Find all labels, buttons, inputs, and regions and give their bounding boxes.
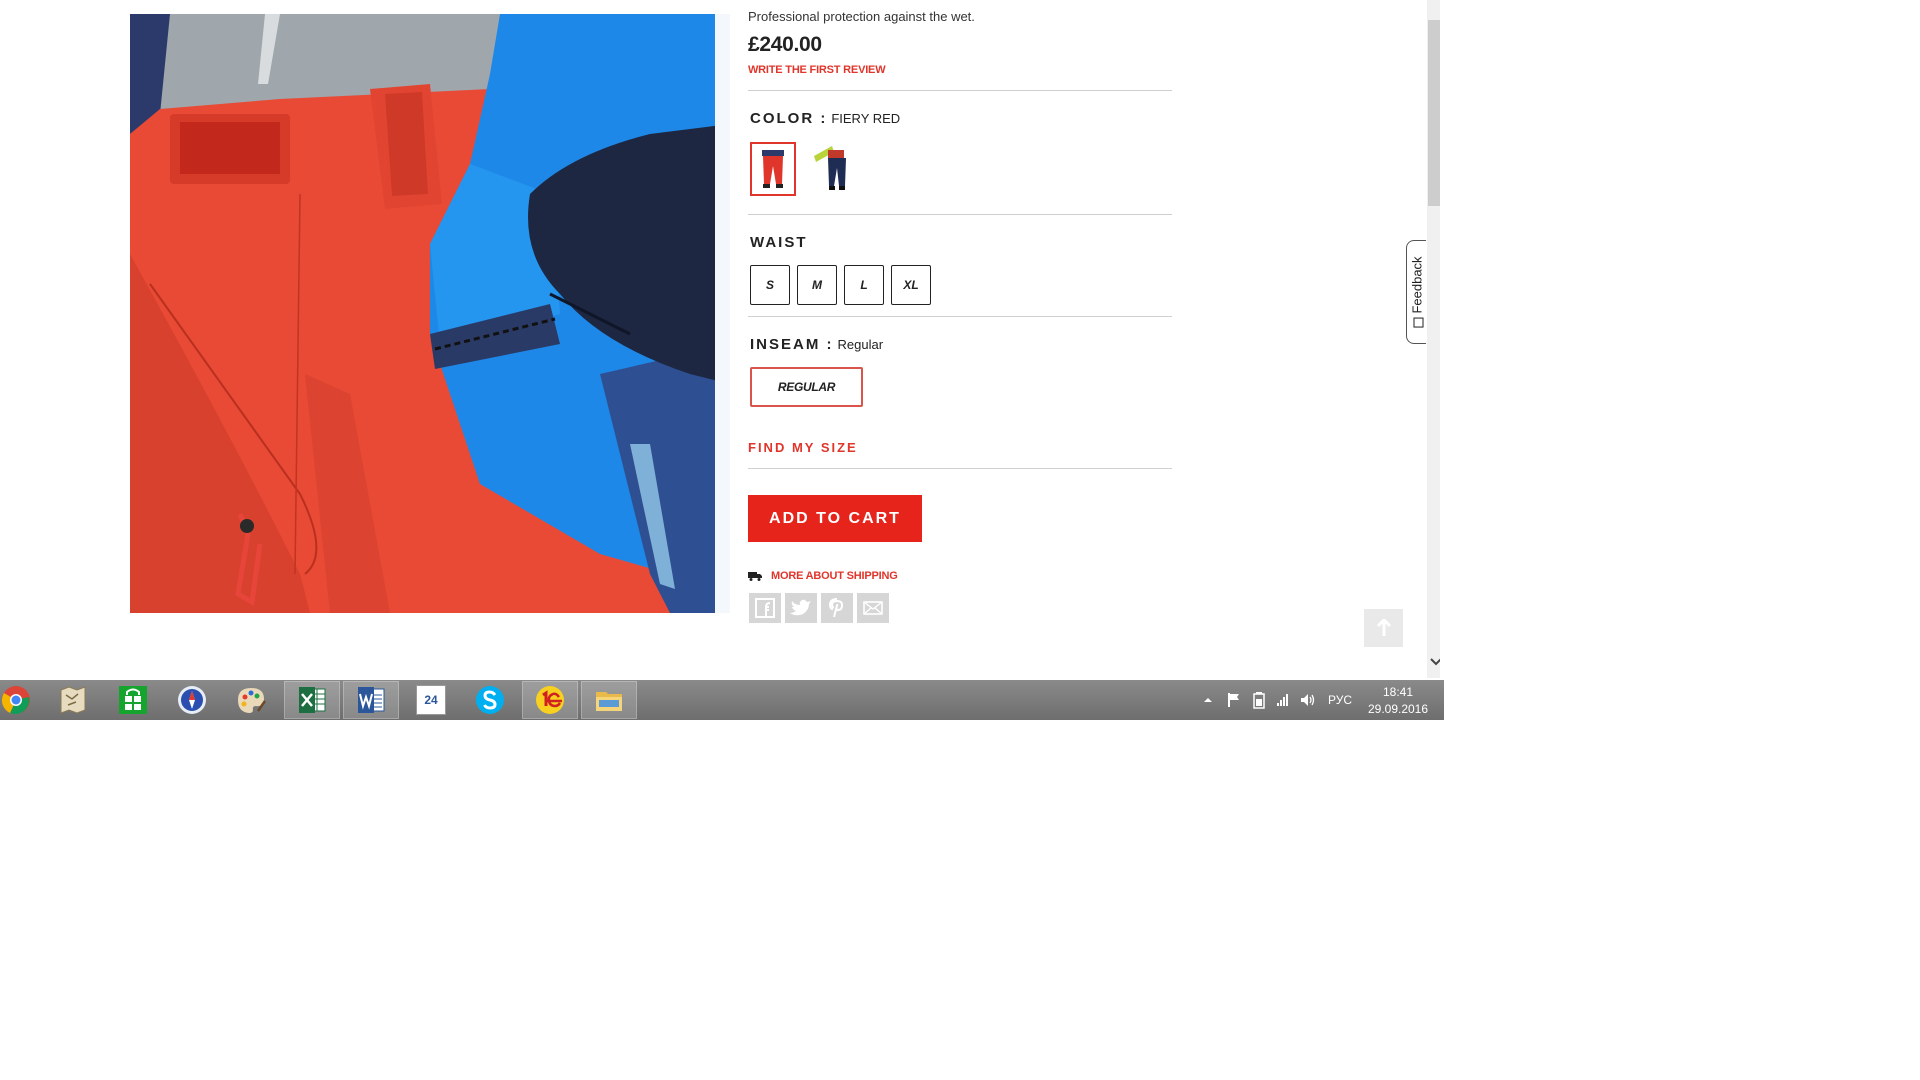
feedback-label: Feedback bbox=[1409, 256, 1424, 328]
1c-icon bbox=[536, 686, 564, 714]
taskbar-skype[interactable] bbox=[462, 681, 518, 719]
calendar-icon: 24 bbox=[416, 685, 446, 715]
excel-icon bbox=[299, 687, 326, 713]
language-indicator[interactable]: РУС bbox=[1328, 680, 1352, 720]
calendar-day: 24 bbox=[424, 693, 438, 707]
navy-pants-thumbnail bbox=[814, 146, 846, 190]
share-email-button[interactable] bbox=[857, 593, 889, 623]
size-m-button[interactable]: M bbox=[797, 265, 837, 305]
share-pinterest-button[interactable] bbox=[821, 593, 853, 623]
feedback-tab[interactable]: Feedback bbox=[1406, 240, 1426, 344]
truck-icon bbox=[748, 572, 762, 581]
taskbar-maps[interactable] bbox=[45, 681, 101, 719]
clock-date: 29.09.2016 bbox=[1367, 702, 1429, 716]
chrome-icon bbox=[1, 686, 30, 715]
back-to-top-button[interactable] bbox=[1364, 609, 1403, 647]
product-details-panel: Professional protection against the wet.… bbox=[748, 0, 1172, 640]
color-swatch-fiery-red[interactable] bbox=[750, 142, 796, 196]
feedback-text: Feedback bbox=[1409, 256, 1424, 314]
product-tagline: Professional protection against the wet. bbox=[748, 9, 975, 24]
share-twitter-button[interactable] bbox=[785, 593, 817, 623]
divider bbox=[748, 316, 1172, 317]
chevron-down-icon bbox=[1429, 658, 1440, 666]
inseam-label: INSEAM : bbox=[750, 336, 834, 353]
page-scrollbar[interactable] bbox=[1427, 0, 1440, 678]
signal-icon bbox=[1277, 694, 1288, 706]
windows-taskbar: 24 РУС 18:41 29.09.2016 bbox=[0, 680, 1444, 720]
word-icon bbox=[358, 687, 385, 713]
write-review-link[interactable]: WRITE THE FIRST REVIEW bbox=[748, 64, 886, 76]
action-center-button[interactable] bbox=[1224, 680, 1244, 720]
find-my-size-link[interactable]: FIND MY SIZE bbox=[748, 440, 858, 455]
size-xl-button[interactable]: XL bbox=[891, 265, 931, 305]
waist-label: WAIST bbox=[750, 234, 808, 251]
chevron-up-icon bbox=[1204, 698, 1212, 702]
flag-icon bbox=[1228, 693, 1239, 707]
divider bbox=[748, 90, 1172, 91]
show-hidden-icons-button[interactable] bbox=[1200, 680, 1216, 720]
clock-time: 18:41 bbox=[1382, 685, 1414, 699]
size-l-button[interactable]: L bbox=[844, 265, 884, 305]
speaker-icon bbox=[1301, 694, 1315, 706]
skype-icon bbox=[476, 686, 504, 714]
taskbar-word[interactable] bbox=[343, 681, 399, 719]
facebook-icon bbox=[755, 598, 775, 618]
network-button[interactable] bbox=[1273, 680, 1293, 720]
product-image[interactable] bbox=[130, 14, 730, 613]
color-value: FIERY RED bbox=[831, 111, 901, 126]
taskbar-excel[interactable] bbox=[284, 681, 340, 719]
shipping-link-label: MORE ABOUT SHIPPING bbox=[771, 570, 898, 582]
pinterest-icon bbox=[828, 598, 844, 618]
inseam-value: Regular bbox=[837, 337, 884, 352]
taskbar-safari[interactable] bbox=[164, 681, 220, 719]
divider bbox=[748, 214, 1172, 215]
color-swatch-navy[interactable] bbox=[810, 142, 856, 196]
volume-button[interactable] bbox=[1298, 680, 1318, 720]
inseam-regular-button[interactable]: REGULAR bbox=[750, 367, 863, 407]
safari-icon bbox=[178, 686, 206, 714]
color-option-title: COLOR : FIERY RED bbox=[750, 110, 900, 127]
taskbar-store[interactable] bbox=[105, 681, 161, 719]
divider bbox=[748, 468, 1172, 469]
red-pants-thumbnail bbox=[762, 150, 784, 188]
taskbar-paint[interactable] bbox=[223, 681, 279, 719]
taskbar-explorer[interactable] bbox=[581, 681, 637, 719]
maps-icon bbox=[60, 686, 86, 714]
paint-icon bbox=[238, 688, 266, 713]
explorer-icon bbox=[596, 692, 622, 711]
shipping-link[interactable]: MORE ABOUT SHIPPING bbox=[748, 568, 898, 584]
product-photo-illustration bbox=[130, 14, 730, 613]
store-icon bbox=[119, 686, 147, 714]
battery-icon bbox=[1253, 692, 1265, 709]
taskbar-1c[interactable] bbox=[522, 681, 578, 719]
taskbar-calendar[interactable]: 24 bbox=[403, 681, 459, 719]
product-price: £240.00 bbox=[748, 33, 822, 56]
share-facebook-button[interactable] bbox=[749, 593, 781, 623]
taskbar-chrome[interactable] bbox=[0, 681, 44, 719]
scrollbar-thumb[interactable] bbox=[1428, 20, 1440, 206]
scroll-down-button[interactable] bbox=[1427, 652, 1440, 672]
email-icon bbox=[863, 601, 883, 615]
battery-button[interactable] bbox=[1249, 680, 1269, 720]
taskbar-clock[interactable]: 18:41 29.09.2016 bbox=[1366, 684, 1430, 718]
add-to-cart-button[interactable]: ADD TO CART bbox=[748, 495, 922, 542]
twitter-icon bbox=[790, 599, 811, 616]
size-s-button[interactable]: S bbox=[750, 265, 790, 305]
inseam-option-title: INSEAM : Regular bbox=[750, 336, 883, 353]
feedback-edit-icon bbox=[1412, 317, 1423, 328]
arrow-up-icon bbox=[1376, 619, 1391, 636]
browser-viewport: Professional protection against the wet.… bbox=[0, 0, 1440, 678]
color-label: COLOR : bbox=[750, 110, 828, 127]
